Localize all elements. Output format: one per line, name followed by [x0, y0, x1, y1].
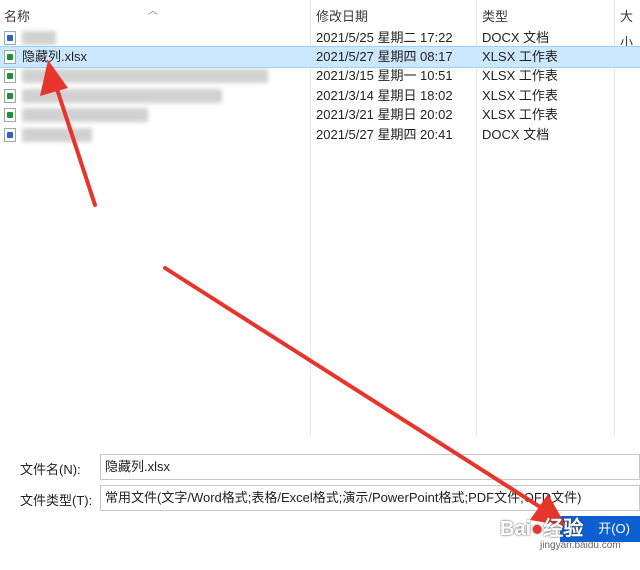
file-row[interactable]: 2021/3/14 星期日 18:02 XLSX 工作表: [0, 86, 640, 106]
xlsx-file-icon: [4, 69, 16, 83]
docx-file-icon: [4, 128, 16, 142]
sort-ascending-icon: ︿: [148, 6, 158, 17]
filetype-label: 文件类型(T):: [20, 493, 93, 508]
filename-input[interactable]: 隐藏列.xlsx: [100, 454, 640, 480]
file-type: XLSX 工作表: [482, 68, 558, 83]
column-header-name[interactable]: 名称: [4, 4, 30, 30]
column-header-size[interactable]: 大小: [620, 4, 640, 50]
file-modified: 2021/5/27 星期四 20:41: [316, 127, 453, 142]
file-type: XLSX 工作表: [482, 107, 558, 122]
file-row[interactable]: 2021/5/25 星期二 17:22 DOCX 文档: [0, 28, 640, 48]
file-modified: 2021/3/14 星期日 18:02: [316, 88, 453, 103]
redacted-filename: [22, 89, 222, 103]
file-type: XLSX 工作表: [482, 49, 558, 64]
xlsx-file-icon: [4, 50, 16, 64]
file-modified: 2021/5/27 星期四 08:17: [316, 49, 453, 64]
file-row[interactable]: 隐藏列.xlsx 2021/5/27 星期四 08:17 XLSX 工作表: [0, 46, 640, 68]
file-row[interactable]: 2021/5/27 星期四 20:41 DOCX 文档: [0, 125, 640, 145]
redacted-filename: [22, 69, 268, 83]
column-header-type-label: 类型: [482, 9, 509, 24]
docx-file-icon: [4, 31, 16, 45]
paw-icon: ●: [531, 518, 544, 540]
xlsx-file-icon: [4, 89, 16, 103]
redacted-filename: [22, 31, 56, 45]
file-type: DOCX 文档: [482, 127, 550, 142]
watermark-brand-suffix: 经验: [543, 518, 584, 540]
open-button-label: 开(O): [598, 521, 630, 536]
column-header-name-label: 名称: [4, 9, 31, 24]
file-row[interactable]: 2021/3/15 星期一 10:51 XLSX 工作表: [0, 66, 640, 86]
watermark-logo: Bai●经验: [500, 512, 583, 541]
filetype-select[interactable]: 常用文件(文字/Word格式;表格/Excel格式;演示/PowerPoint格…: [100, 485, 640, 511]
file-modified: 2021/5/25 星期二 17:22: [316, 30, 453, 45]
column-header-type[interactable]: 类型: [482, 4, 508, 30]
xlsx-file-icon: [4, 108, 16, 122]
watermark-url: jingyan.baidu.com: [540, 540, 621, 551]
column-header-modified-label: 修改日期: [316, 9, 369, 24]
redacted-filename: [22, 128, 92, 142]
file-name: 隐藏列.xlsx: [22, 49, 88, 64]
file-modified: 2021/3/21 星期日 20:02: [316, 107, 453, 122]
column-header-modified[interactable]: 修改日期: [316, 4, 368, 30]
file-modified: 2021/3/15 星期一 10:51: [316, 68, 453, 83]
file-row[interactable]: 2021/3/21 星期日 20:02 XLSX 工作表: [0, 105, 640, 125]
file-type: DOCX 文档: [482, 30, 550, 45]
file-type: XLSX 工作表: [482, 88, 558, 103]
watermark-brand: Bai: [500, 518, 532, 540]
redacted-filename: [22, 108, 148, 122]
filename-label: 文件名(N):: [20, 462, 81, 477]
